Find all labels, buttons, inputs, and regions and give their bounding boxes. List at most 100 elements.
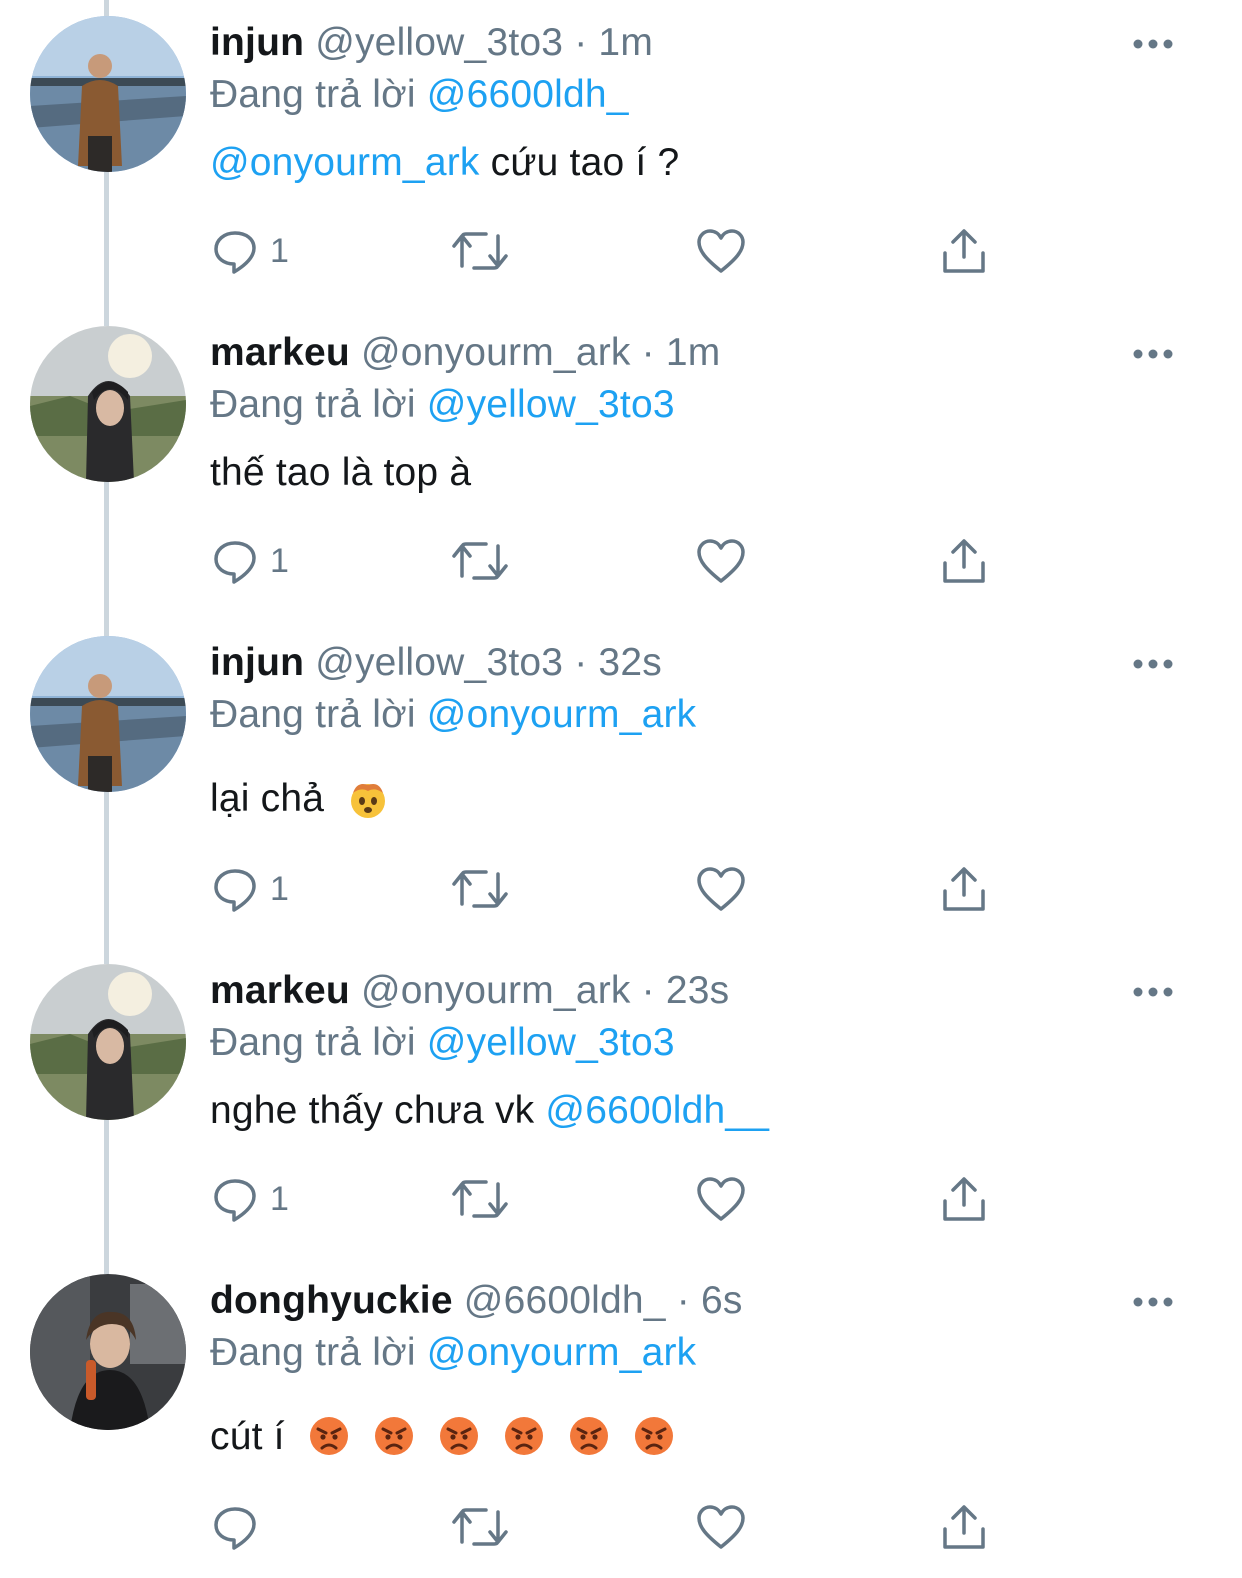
replying-prefix: Đang trả lời [210,1021,416,1064]
tweet-text: nghe thấy chưa vk @6600ldh__ [210,1088,769,1134]
like-button[interactable] [696,864,746,914]
tweet-actions: 1 [0,226,1242,276]
angry-face-emoji [504,1417,543,1455]
tweet[interactable]: donghyuckie @6600ldh_ · 6s Đang trả lời … [0,1258,1242,1578]
avatar[interactable] [30,326,186,482]
tweet-text-content: lại chả [210,777,325,820]
share-button[interactable] [940,226,988,276]
reply-icon [214,1179,256,1222]
display-name[interactable]: injun [210,21,304,64]
reply-icon [214,541,256,584]
more-icon[interactable] [1132,658,1174,670]
retweet-button[interactable] [452,1502,508,1552]
share-icon [943,1505,985,1549]
tweet[interactable]: markeu @onyourm_ark · 1m Đang trả lời @y… [0,310,1242,620]
like-icon [697,1505,745,1549]
like-icon [697,229,745,273]
tweet-header: injun @yellow_3to3 · 1m [210,20,653,66]
tweet[interactable]: injun @yellow_3to3 · 32s Đang trả lời @o… [0,620,1242,948]
retweet-button[interactable] [452,864,508,914]
reply-button[interactable]: 1 [212,1174,289,1224]
tweet[interactable]: injun @yellow_3to3 · 1m Đang trả lời @66… [0,0,1242,310]
angry-face-emoji [439,1417,478,1455]
tweet-text: @onyourm_ark cứu tao í ? [210,140,679,186]
tweet-header: injun @yellow_3to3 · 32s [210,640,662,686]
retweet-button[interactable] [452,536,508,586]
replying-to-link[interactable]: @yellow_3to3 [427,383,675,426]
timestamp[interactable]: · 6s [677,1279,743,1322]
display-name[interactable]: markeu [210,969,350,1012]
tweet-actions [0,1502,1242,1552]
reply-button[interactable]: 1 [212,536,289,586]
share-icon [943,1177,985,1221]
retweet-icon [452,1180,508,1218]
reply-icon [214,231,256,274]
replying-to: Đang trả lời @onyourm_ark [210,1330,696,1376]
replying-to: Đang trả lời @yellow_3to3 [210,382,675,428]
angry-face-emoji [634,1417,673,1455]
tweet-actions: 1 [0,536,1242,586]
replying-to: Đang trả lời @yellow_3to3 [210,1020,675,1066]
display-name[interactable]: markeu [210,331,350,374]
avatar[interactable] [30,16,186,172]
timestamp[interactable]: · 23s [642,969,730,1012]
like-icon [697,867,745,911]
reply-count: 1 [270,1179,289,1218]
handle[interactable]: @onyourm_ark [361,331,631,374]
timestamp[interactable]: · 32s [574,641,662,684]
display-name[interactable]: injun [210,641,304,684]
reply-count: 1 [270,541,289,580]
share-icon [943,867,985,911]
mention-link[interactable]: @6600ldh__ [545,1089,769,1132]
retweet-button[interactable] [452,1174,508,1224]
replying-to-link[interactable]: @onyourm_ark [427,1331,697,1374]
replying-to-link[interactable]: @onyourm_ark [427,693,697,736]
more-icon[interactable] [1132,38,1174,50]
handle[interactable]: @onyourm_ark [361,969,631,1012]
like-button[interactable] [696,1502,746,1552]
tweet-actions: 1 [0,864,1242,914]
tweet-header: markeu @onyourm_ark · 23s [210,968,729,1014]
more-icon[interactable] [1132,348,1174,360]
more-icon[interactable] [1132,1296,1174,1308]
angry-face-emoji [569,1417,608,1455]
like-button[interactable] [696,536,746,586]
timestamp[interactable]: · 1m [574,21,653,64]
like-icon [697,539,745,583]
replying-to: Đang trả lời @6600ldh_ [210,72,629,118]
reply-count: 1 [270,869,289,908]
avatar[interactable] [30,1274,186,1430]
handle[interactable]: @yellow_3to3 [315,641,563,684]
tweet-header: donghyuckie @6600ldh_ · 6s [210,1278,743,1324]
replying-to: Đang trả lời @onyourm_ark [210,692,696,738]
replying-prefix: Đang trả lời [210,693,416,736]
tweet[interactable]: markeu @onyourm_ark · 23s Đang trả lời @… [0,948,1242,1258]
display-name[interactable]: donghyuckie [210,1279,453,1322]
share-button[interactable] [940,536,988,586]
timestamp[interactable]: · 1m [642,331,721,374]
reply-button[interactable]: 1 [212,226,289,276]
angry-face-emoji [309,1417,348,1455]
avatar[interactable] [30,964,186,1120]
replying-to-link[interactable]: @yellow_3to3 [427,1021,675,1064]
share-icon [943,229,985,273]
reply-count: 1 [270,231,289,270]
avatar[interactable] [30,636,186,792]
share-button[interactable] [940,864,988,914]
replying-prefix: Đang trả lời [210,73,416,116]
reply-button[interactable] [212,1502,270,1552]
reply-icon [214,869,256,912]
more-icon[interactable] [1132,986,1174,998]
retweet-button[interactable] [452,226,508,276]
replying-to-link[interactable]: @6600ldh_ [427,73,629,116]
handle[interactable]: @yellow_3to3 [315,21,563,64]
like-button[interactable] [696,226,746,276]
like-button[interactable] [696,1174,746,1224]
tweet-text-content: nghe thấy chưa vk [210,1089,546,1132]
handle[interactable]: @6600ldh_ [464,1279,666,1322]
reply-button[interactable]: 1 [212,864,289,914]
share-button[interactable] [940,1502,988,1552]
mention-link[interactable]: @onyourm_ark [210,141,480,184]
share-button[interactable] [940,1174,988,1224]
tweet-header: markeu @onyourm_ark · 1m [210,330,720,376]
